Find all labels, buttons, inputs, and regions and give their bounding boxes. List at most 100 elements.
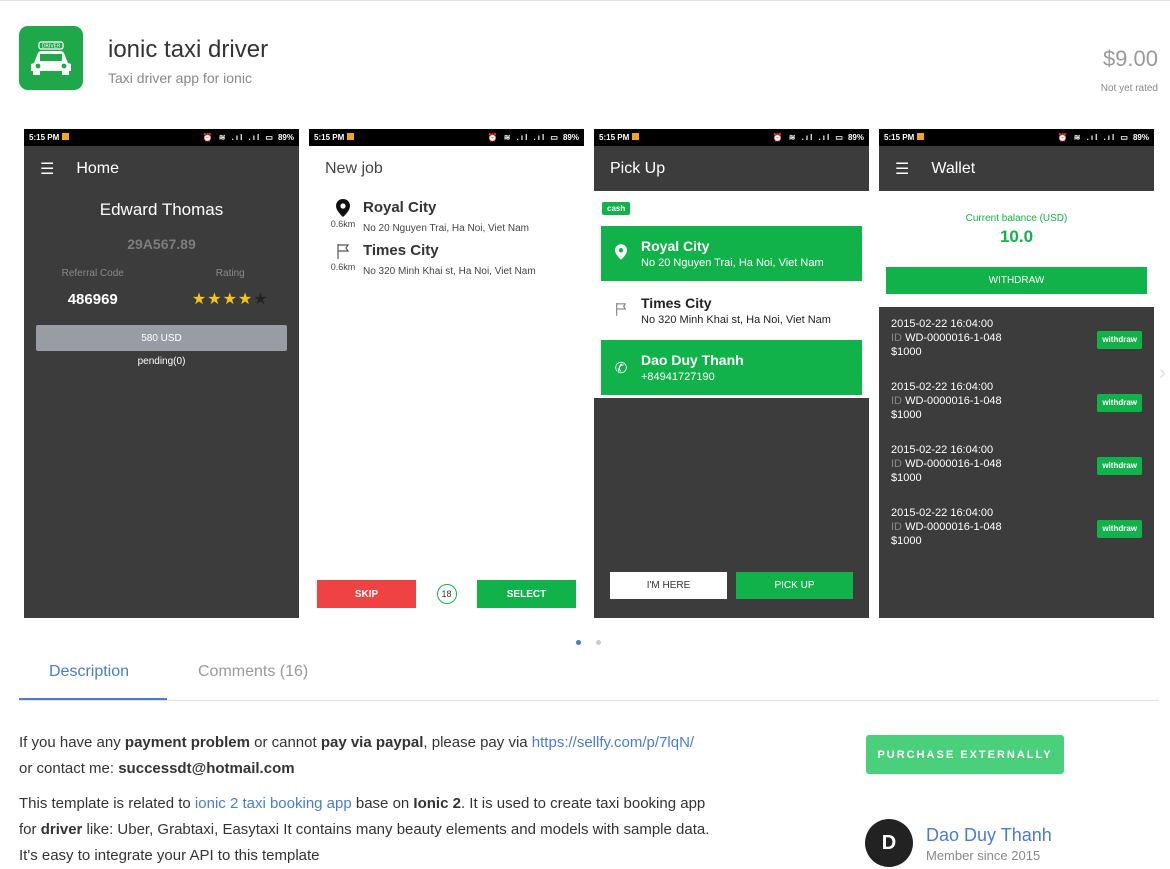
withdraw-button[interactable]: WITHDRAW — [886, 267, 1147, 294]
select-button[interactable]: SELECT — [477, 580, 576, 608]
pending-text: pending(0) — [137, 356, 186, 367]
app-bar: ☰ Wallet — [879, 146, 1154, 191]
carousel-dot[interactable] — [596, 640, 601, 645]
app-bar: ☰ Home — [24, 146, 299, 191]
tx-date: 2015-02-22 16:04:00 — [891, 318, 994, 330]
star-filled-icon: ★ — [222, 291, 238, 308]
pickup-card[interactable]: Royal City No 20 Nguyen Trai, Ha Noi, Vi… — [601, 226, 862, 281]
map-pin-icon — [601, 243, 641, 264]
referral-code: 486969 — [67, 291, 118, 308]
transaction-item[interactable]: 2015-02-22 16:04:00 ID WD-0000016-1-048 … — [879, 496, 1154, 559]
dropoff-address: No 320 Minh Khai st, Ha Noi, Viet Nam — [641, 314, 831, 326]
job-item[interactable]: 0.6km Royal City No 20 Nguyen Trai, Ha N… — [309, 199, 584, 234]
balance-button[interactable]: 580 USD — [36, 325, 287, 351]
tx-tag: withdraw — [1097, 457, 1142, 475]
description-paragraph-1: If you have any payment problem or canno… — [19, 734, 695, 777]
transaction-item[interactable]: 2015-02-22 16:04:00 ID WD-0000016-1-048 … — [879, 433, 1154, 496]
skip-button[interactable]: SKIP — [317, 580, 416, 608]
job-distance: 0.6km — [330, 262, 356, 272]
contact-email: successdt@hotmail.com — [118, 760, 295, 777]
menu-icon[interactable]: ☰ — [40, 159, 54, 179]
author-name[interactable]: Dao Duy Thanh — [926, 825, 1052, 846]
job-item[interactable]: 0.6km Times City No 320 Minh Khai st, Ha… — [309, 242, 584, 277]
contact-phone: +84941727190 — [641, 371, 715, 383]
status-time: 5:15 PM — [884, 133, 915, 142]
status-bar: 5:15 PM ⏰ ≋ .ıl .ıl ▭ 89% — [309, 129, 584, 146]
author-avatar[interactable]: D — [865, 819, 913, 867]
related-template-link[interactable]: ionic 2 taxi booking app — [195, 795, 352, 812]
transaction-item[interactable]: 2015-02-22 16:04:00 ID WD-0000016-1-048 … — [879, 307, 1154, 370]
battery-level: 89% — [562, 133, 579, 142]
screenshot-home[interactable]: 5:15 PM ⏰ ≋ .ıl .ıl ▭ 89% ☰ Home Edward … — [24, 129, 299, 618]
tx-id: WD-0000016-1-048 — [905, 458, 1002, 470]
dropoff-place: Times City — [641, 295, 712, 311]
driver-name: Edward Thomas — [99, 200, 224, 219]
contact-name: Dao Duy Thanh — [641, 352, 744, 368]
menu-icon[interactable]: ☰ — [895, 159, 909, 179]
tab-divider — [19, 700, 1159, 701]
purchase-externally-button[interactable]: PURCHASE EXTERNALLY — [866, 735, 1064, 774]
status-bar: 5:15 PM ⏰ ≋ .ıl .ıl ▭ 89% — [594, 129, 869, 146]
job-address: No 20 Nguyen Trai, Ha Noi, Viet Nam — [363, 223, 530, 234]
app-bar: Pick Up — [594, 146, 869, 191]
signal-icons: ⏰ ≋ .ıl .ıl ▭ — [487, 133, 560, 142]
tx-id-label: ID — [891, 458, 902, 470]
app-subtitle: Taxi driver app for ionic — [108, 70, 252, 86]
im-here-button[interactable]: I'M HERE — [610, 572, 727, 599]
description-paragraph-2: This template is related to ionic 2 taxi… — [19, 795, 710, 864]
screen-title: Pick Up — [610, 159, 666, 177]
phone-icon[interactable]: ✆ — [601, 359, 641, 377]
job-address: No 320 Minh Khai st, Ha Noi, Viet Nam — [363, 266, 536, 277]
battery-level: 89% — [1132, 133, 1149, 142]
pickup-place: Royal City — [641, 238, 710, 254]
sellfy-link[interactable]: https://sellfy.com/p/7lqN/ — [532, 734, 694, 751]
tab-comments[interactable]: Comments (16) — [198, 663, 308, 681]
battery-level: 89% — [277, 133, 294, 142]
tx-date: 2015-02-22 16:04:00 — [891, 381, 994, 393]
referral-label: Referral Code — [61, 268, 124, 279]
screenshot-pick-up[interactable]: 5:15 PM ⏰ ≋ .ıl .ıl ▭ 89% Pick Up cash R… — [594, 129, 869, 618]
carousel-next-icon[interactable]: › — [1159, 362, 1166, 385]
tx-date: 2015-02-22 16:04:00 — [891, 444, 994, 456]
rating-stars: ★★★★★ — [162, 289, 300, 309]
member-since: Member since 2015 — [926, 848, 1041, 863]
tx-id: WD-0000016-1-048 — [905, 395, 1002, 407]
balance-value: 10.0 — [999, 227, 1034, 246]
notification-icon — [917, 133, 925, 140]
pickup-address: No 20 Nguyen Trai, Ha Noi, Viet Nam — [641, 257, 824, 269]
app-title: ionic taxi driver — [108, 36, 269, 63]
screenshot-new-job[interactable]: 5:15 PM ⏰ ≋ .ıl .ıl ▭ 89% New job 0.6km … — [309, 129, 584, 618]
active-tab-indicator — [19, 698, 167, 700]
pick-up-button[interactable]: PICK UP — [736, 572, 853, 599]
job-place: Times City — [363, 242, 439, 259]
notification-icon — [347, 133, 355, 140]
car-icon: DRIVER — [31, 41, 71, 75]
flag-icon — [601, 301, 641, 321]
status-time: 5:15 PM — [29, 133, 60, 142]
status-bar: 5:15 PM ⏰ ≋ .ıl .ıl ▭ 89% — [24, 129, 299, 146]
carousel-dot-active[interactable] — [576, 640, 581, 645]
tx-tag: withdraw — [1097, 394, 1142, 412]
tx-id-label: ID — [891, 332, 902, 344]
contact-card[interactable]: ✆ Dao Duy Thanh +84941727190 — [601, 340, 862, 395]
tx-id: WD-0000016-1-048 — [905, 521, 1002, 533]
signal-icons: ⏰ ≋ .ıl .ıl ▭ — [202, 133, 275, 142]
dropoff-card[interactable]: Times City No 320 Minh Khai st, Ha Noi, … — [601, 283, 862, 338]
status-bar: 5:15 PM ⏰ ≋ .ıl .ıl ▭ 89% — [879, 129, 1154, 146]
status-time: 5:15 PM — [314, 133, 345, 142]
star-filled-icon: ★ — [191, 291, 208, 308]
tx-tag: withdraw — [1097, 331, 1142, 349]
tx-tag: withdraw — [1097, 520, 1142, 538]
notification-icon — [62, 133, 70, 140]
flag-icon — [323, 242, 363, 262]
screen-title: New job — [325, 159, 383, 177]
job-distance: 0.6km — [330, 219, 356, 229]
tab-description[interactable]: Description — [49, 663, 129, 681]
transaction-item[interactable]: 2015-02-22 16:04:00 ID WD-0000016-1-048 … — [879, 370, 1154, 433]
status-time: 5:15 PM — [599, 133, 630, 142]
screenshot-wallet[interactable]: 5:15 PM ⏰ ≋ .ıl .ıl ▭ 89% ☰ Wallet Curre… — [879, 129, 1154, 618]
countdown-timer: 18 — [436, 584, 457, 604]
map-pin-icon — [323, 199, 363, 219]
tx-date: 2015-02-22 16:04:00 — [891, 507, 994, 519]
screen-title: Wallet — [931, 159, 976, 177]
